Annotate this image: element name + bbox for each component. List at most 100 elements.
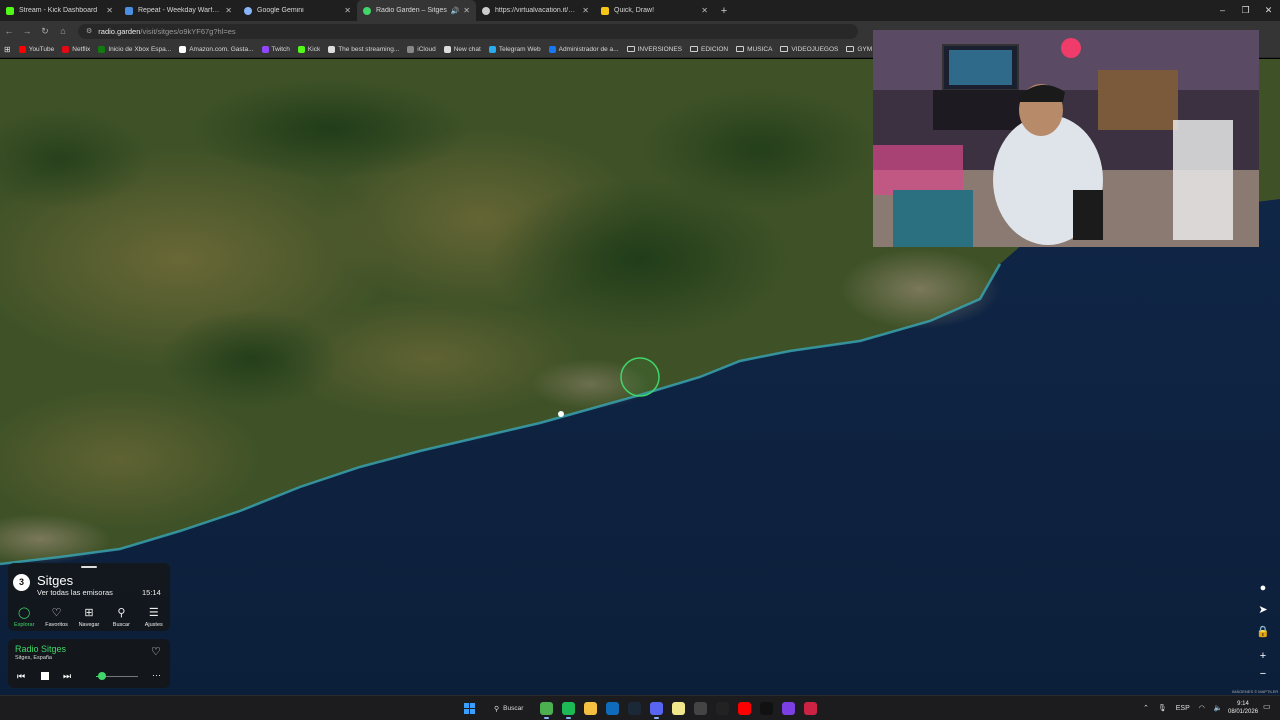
close-icon[interactable]: ✕ <box>701 6 708 15</box>
minimize-icon[interactable]: – <box>1211 0 1234 21</box>
notes-icon[interactable] <box>672 702 685 715</box>
bookmark-item[interactable]: Twitch <box>261 45 290 53</box>
clock-time: 9:14 <box>1237 701 1249 707</box>
davinci-icon[interactable] <box>694 702 707 715</box>
obs-icon[interactable] <box>782 702 795 715</box>
close-icon[interactable]: ✕ <box>225 6 232 15</box>
nav-browse[interactable]: ⊞ Navegar <box>73 603 105 631</box>
close-icon[interactable]: ✕ <box>344 6 351 15</box>
file-explorer-icon[interactable] <box>584 702 597 715</box>
site-info-icon[interactable]: ⚙ <box>86 27 92 35</box>
bookmark-folder[interactable]: MUSICA <box>736 46 772 53</box>
language-indicator[interactable]: ESP <box>1176 705 1190 712</box>
new-tab-button[interactable]: + <box>714 0 734 21</box>
bookmark-item[interactable]: Amazon.com. Gasta... <box>179 45 254 53</box>
menu-icon: ☰ <box>148 607 159 619</box>
bookmark-item[interactable]: Netflix <box>62 45 90 53</box>
outlook-icon[interactable] <box>606 702 619 715</box>
cursor-dot <box>558 411 564 417</box>
chrome-icon[interactable] <box>540 702 553 719</box>
notifications-icon[interactable]: ▭ <box>1263 702 1271 711</box>
more-options-icon[interactable]: ··· <box>152 670 161 680</box>
bookmark-label: Telegram Web <box>498 45 541 53</box>
close-icon[interactable]: ✕ <box>582 6 589 15</box>
tab-title: https://virtualvacation.it/game <box>495 7 579 14</box>
volume-knob[interactable] <box>98 672 107 680</box>
bookmark-item[interactable]: Inicio de Xbox Espa... <box>98 45 171 53</box>
bottom-nav: ◯ Explorar ♡ Favoritos ⊞ Navegar ⚲ Busca… <box>8 603 170 631</box>
bookmark-item[interactable]: iCloud <box>407 45 436 53</box>
search-label: Buscar <box>503 705 524 712</box>
city-title[interactable]: Sitges <box>37 573 73 588</box>
station-name[interactable]: Radio Sitges <box>15 644 66 654</box>
bookmark-label: MUSICA <box>747 45 773 53</box>
reload-icon[interactable]: ↻ <box>36 26 54 37</box>
previous-icon[interactable]: ⏮ <box>17 670 25 682</box>
tiktok-icon[interactable] <box>760 702 773 715</box>
lock-icon[interactable]: 🔒 <box>1254 623 1272 641</box>
bookmark-label: The best streaming... <box>338 45 400 53</box>
nav-explore[interactable]: ◯ Explorar <box>8 603 40 631</box>
zoom-out-icon[interactable]: − <box>1254 665 1272 683</box>
microphone-icon[interactable]: 🎙 <box>1158 704 1167 712</box>
folder-icon <box>780 46 789 52</box>
nav-favorites[interactable]: ♡ Favoritos <box>41 603 73 631</box>
tab-weekday-warfare[interactable]: Repeat - Weekday Warfare - E ✕ <box>119 0 238 21</box>
nav-label: Favoritos <box>45 622 68 628</box>
bookmark-folder[interactable]: EDICION <box>690 46 728 53</box>
tab-title: Quick, Draw! <box>614 7 655 14</box>
close-icon[interactable]: ✕ <box>106 6 113 15</box>
favorite-heart-icon[interactable]: ♡ <box>151 645 161 658</box>
station-marker[interactable] <box>620 357 660 397</box>
forward-icon[interactable]: → <box>18 26 36 36</box>
bookmark-item[interactable]: Telegram Web <box>488 45 541 53</box>
close-window-icon[interactable]: ✕ <box>1257 0 1280 21</box>
youtube-app-icon[interactable] <box>738 702 751 715</box>
address-bar[interactable]: ⚙ radio.garden /visit/sitges/o9kYF67g?hl… <box>78 23 858 39</box>
bookmark-favicon-icon <box>488 45 496 53</box>
apps-icon[interactable]: ⊞ <box>4 45 11 54</box>
drag-handle[interactable] <box>81 566 97 568</box>
back-icon[interactable]: ← <box>0 26 18 36</box>
all-stations-link[interactable]: Ver todas las emisoras <box>37 588 113 597</box>
streamlabs-icon[interactable] <box>804 702 817 715</box>
next-icon[interactable]: ⏭ <box>63 670 71 682</box>
bookmark-folder[interactable]: VIDEOJUEGOS <box>780 46 838 53</box>
steam-icon[interactable] <box>628 702 641 715</box>
taskbar-search[interactable]: ⚲ Buscar <box>488 701 534 716</box>
spotify-icon[interactable] <box>562 702 575 719</box>
tab-virtualvacation[interactable]: https://virtualvacation.it/game ✕ <box>476 0 595 21</box>
bookmark-item[interactable]: YouTube <box>18 45 54 53</box>
tab-quick-draw[interactable]: Quick, Draw! ✕ <box>595 0 714 21</box>
bookmark-item[interactable]: Kick <box>297 45 321 53</box>
bookmark-folder[interactable]: INVERSIONES <box>626 46 682 53</box>
clock[interactable]: 9:14 08/01/2026 <box>1228 701 1258 716</box>
bookmark-item[interactable]: New chat <box>443 45 481 53</box>
tab-kick-dashboard[interactable]: Stream - Kick Dashboard ✕ <box>0 0 119 21</box>
map-credit[interactable]: IMÁGENES © MAPTILER <box>1232 689 1278 694</box>
windows-start-icon[interactable] <box>464 703 476 715</box>
volume-icon[interactable]: 🔈 <box>1214 704 1223 712</box>
bookmark-favicon-icon <box>62 45 70 53</box>
discord-icon[interactable] <box>650 702 663 719</box>
zoom-in-icon[interactable]: + <box>1254 647 1272 665</box>
bookmark-item[interactable]: Administrador de a... <box>548 45 619 53</box>
tab-google-gemini[interactable]: Google Gemini ✕ <box>238 0 357 21</box>
stop-icon[interactable] <box>41 672 49 680</box>
bookmark-folder[interactable]: GYM <box>846 46 872 53</box>
nav-search[interactable]: ⚲ Buscar <box>105 603 137 631</box>
bookmark-label: Kick <box>307 45 321 53</box>
radio-garden-logo-icon[interactable]: ● <box>1254 579 1272 597</box>
speaker-icon[interactable]: 🔊 <box>451 7 460 15</box>
home-icon[interactable]: ⌂ <box>54 26 72 36</box>
locate-icon[interactable]: ➤ <box>1254 601 1272 619</box>
capcut-icon[interactable] <box>716 702 729 715</box>
restore-icon[interactable]: ❐ <box>1234 0 1257 21</box>
close-icon[interactable]: ✕ <box>463 6 470 15</box>
wifi-icon[interactable]: ◠ <box>1199 704 1205 712</box>
bookmark-label: GYM <box>857 45 873 53</box>
bookmark-item[interactable]: The best streaming... <box>328 45 400 53</box>
tab-radio-garden[interactable]: Radio Garden – Sitges 🔊 ✕ <box>357 0 476 21</box>
nav-settings[interactable]: ☰ Ajustes <box>138 603 170 631</box>
chevron-up-icon[interactable]: ⌃ <box>1143 704 1149 712</box>
